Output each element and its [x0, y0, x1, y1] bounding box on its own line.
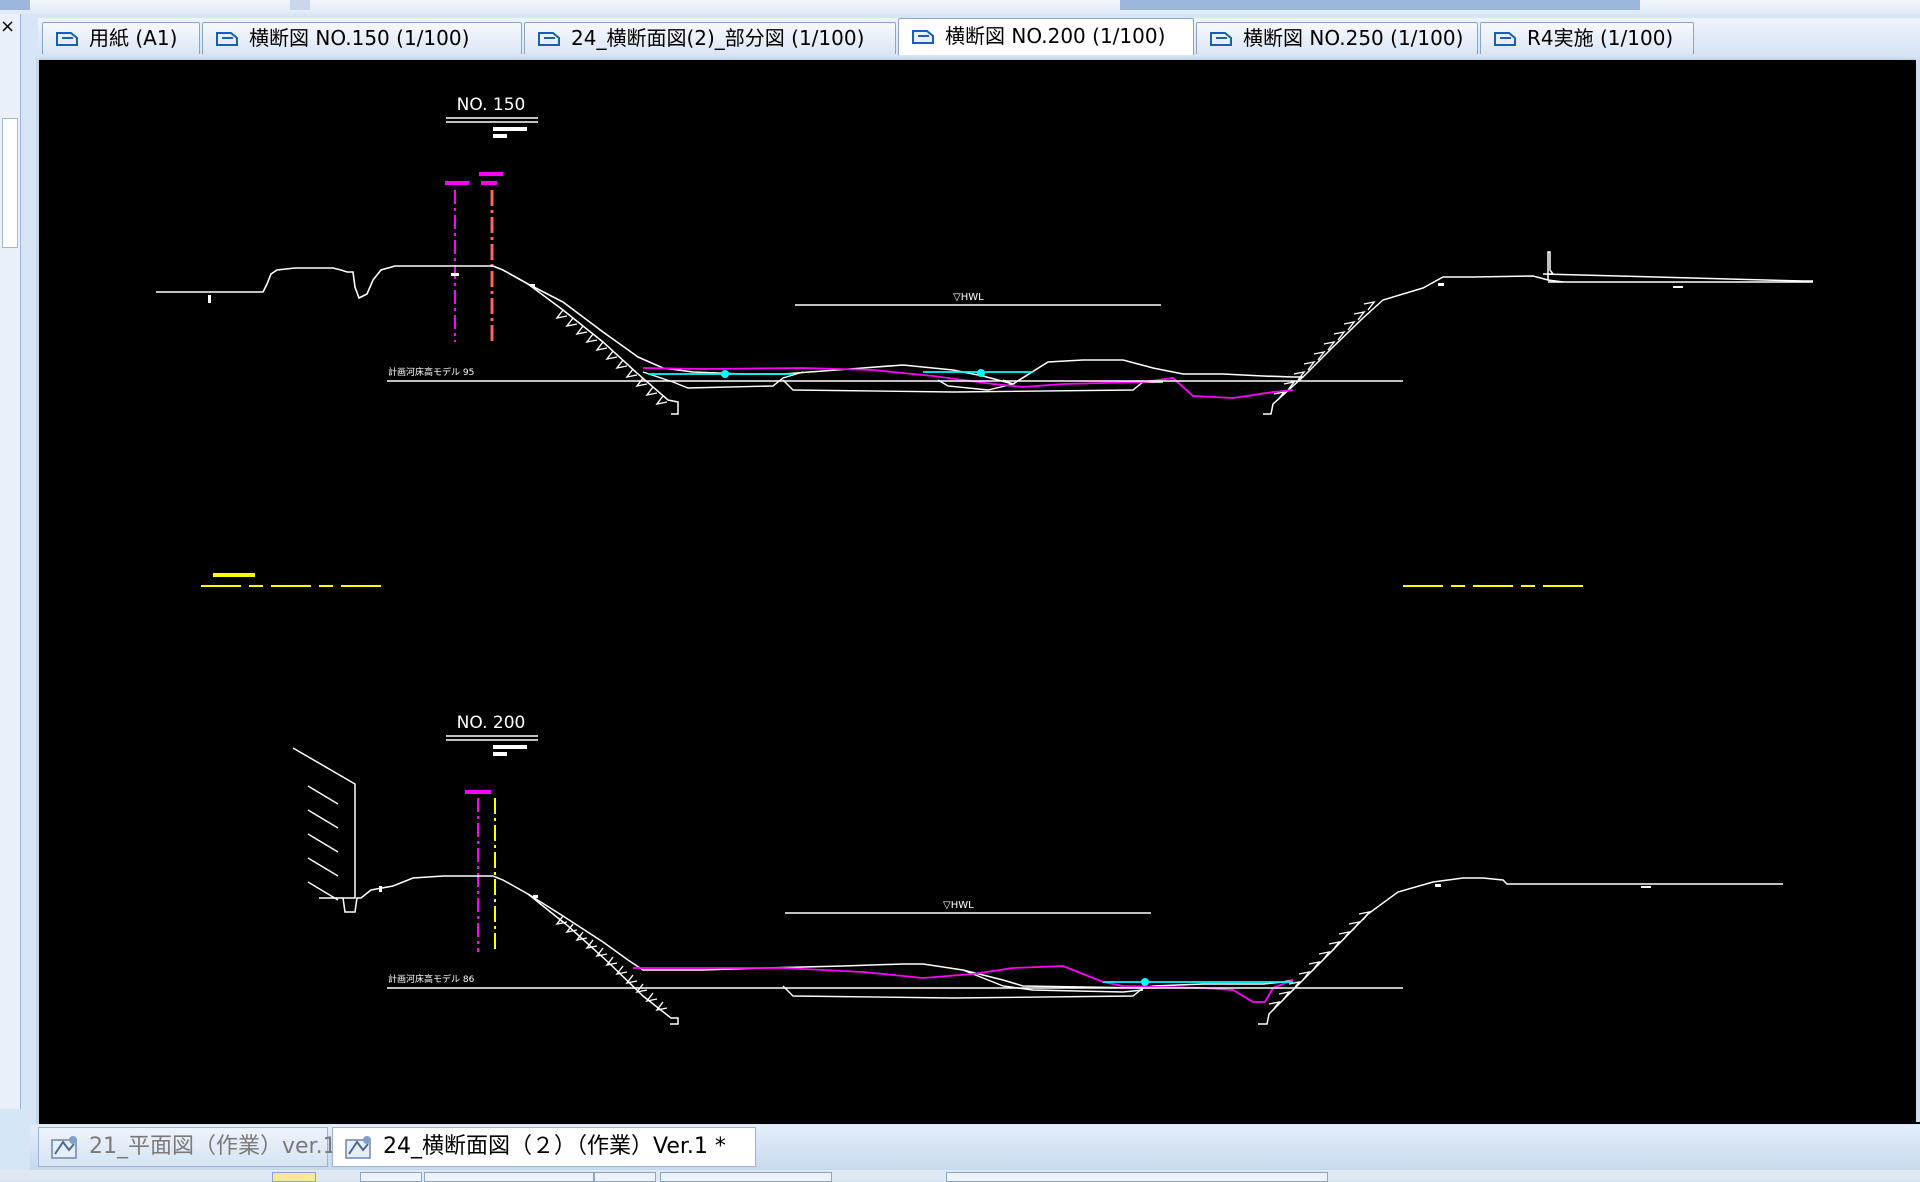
revetment-hatch-left	[555, 915, 668, 1012]
tab-section-no250[interactable]: 横断図 NO.250 (1/100)	[1196, 22, 1478, 54]
section-title: NO. 150	[457, 95, 526, 115]
doc-tab-plan-view[interactable]: 21_平面図（作業）ver.1	[38, 1127, 337, 1167]
tab-label: 24_横断面図(2)_部分図 (1/100)	[571, 26, 865, 50]
layout-tab-icon	[56, 32, 78, 46]
section-no200: NO. 200 計画河床高モデル 86 ▽HWL	[292, 713, 1783, 1025]
datum-label: 計画河床高モデル 95	[388, 366, 474, 378]
section-title: NO. 200	[457, 713, 526, 733]
tab-label: 横断図 NO.150 (1/100)	[249, 26, 470, 50]
datum-label: 計画河床高モデル 86	[388, 973, 475, 985]
layout-tab-icon	[1210, 32, 1232, 46]
water-level-marker	[1141, 978, 1149, 986]
document-tab-bar: 21_平面図（作業）ver.1 24_横断面図（２）（作業）Ver.1 *	[30, 1125, 1920, 1170]
left-side-panel	[0, 14, 21, 1109]
tab-label: 用紙 (A1)	[89, 26, 178, 50]
hwl-label: ▽HWL	[953, 292, 984, 303]
tab-r4-implementation[interactable]: R4実施 (1/100)	[1480, 22, 1694, 54]
left-panel-scrollbar[interactable]	[2, 118, 18, 248]
drawing-document-icon	[345, 1136, 371, 1159]
revetment-hatch-left	[555, 309, 668, 406]
revetment-hatch-right	[1273, 300, 1376, 401]
tab-label: 横断図 NO.250 (1/100)	[1243, 26, 1464, 50]
water-level-marker	[721, 370, 729, 378]
doc-tab-label: 24_横断面図（２）（作業）Ver.1 *	[383, 1134, 726, 1159]
doc-tab-cross-section[interactable]: 24_横断面図（２）（作業）Ver.1 *	[332, 1127, 756, 1167]
section-divider	[201, 573, 1588, 587]
revetment-hatch-right	[1268, 910, 1371, 1011]
canvas-right-edge	[1916, 58, 1920, 1122]
layout-tab-icon	[538, 32, 560, 46]
close-icon[interactable]: ×	[0, 18, 15, 36]
layout-tab-icon	[1494, 32, 1516, 46]
drawing-canvas[interactable]: NO. 150 計画河床高モデル 95 ▽HWL NO. 200 計画河床高モデ…	[36, 58, 1920, 1124]
title-strip	[0, 0, 1920, 14]
status-strip	[0, 1170, 1920, 1182]
drawing-document-icon	[51, 1136, 77, 1159]
tab-section-no150[interactable]: 横断図 NO.150 (1/100)	[202, 22, 522, 54]
section-no150: NO. 150 計画河床高モデル 95 ▽HWL	[156, 95, 1813, 415]
water-level-marker	[977, 369, 985, 377]
tab-label: 横断図 NO.200 (1/100)	[945, 24, 1166, 48]
cross-section-drawing: NO. 150 計画河床高モデル 95 ▽HWL NO. 200 計画河床高モデ…	[156, 95, 1813, 1025]
layout-tab-bar: 用紙 (A1) 横断図 NO.150 (1/100) 24_横断面図(2)_部分…	[38, 18, 1920, 59]
tab-paper-a1[interactable]: 用紙 (A1)	[42, 22, 200, 54]
tab-label: R4実施 (1/100)	[1527, 26, 1674, 50]
tab-partial-view[interactable]: 24_横断面図(2)_部分図 (1/100)	[524, 22, 896, 54]
doc-tab-label: 21_平面図（作業）ver.1	[89, 1134, 337, 1159]
layout-tab-icon	[912, 30, 934, 44]
layout-tab-icon	[216, 32, 238, 46]
tab-section-no200[interactable]: 横断図 NO.200 (1/100)	[898, 18, 1194, 55]
hwl-label: ▽HWL	[943, 900, 974, 911]
